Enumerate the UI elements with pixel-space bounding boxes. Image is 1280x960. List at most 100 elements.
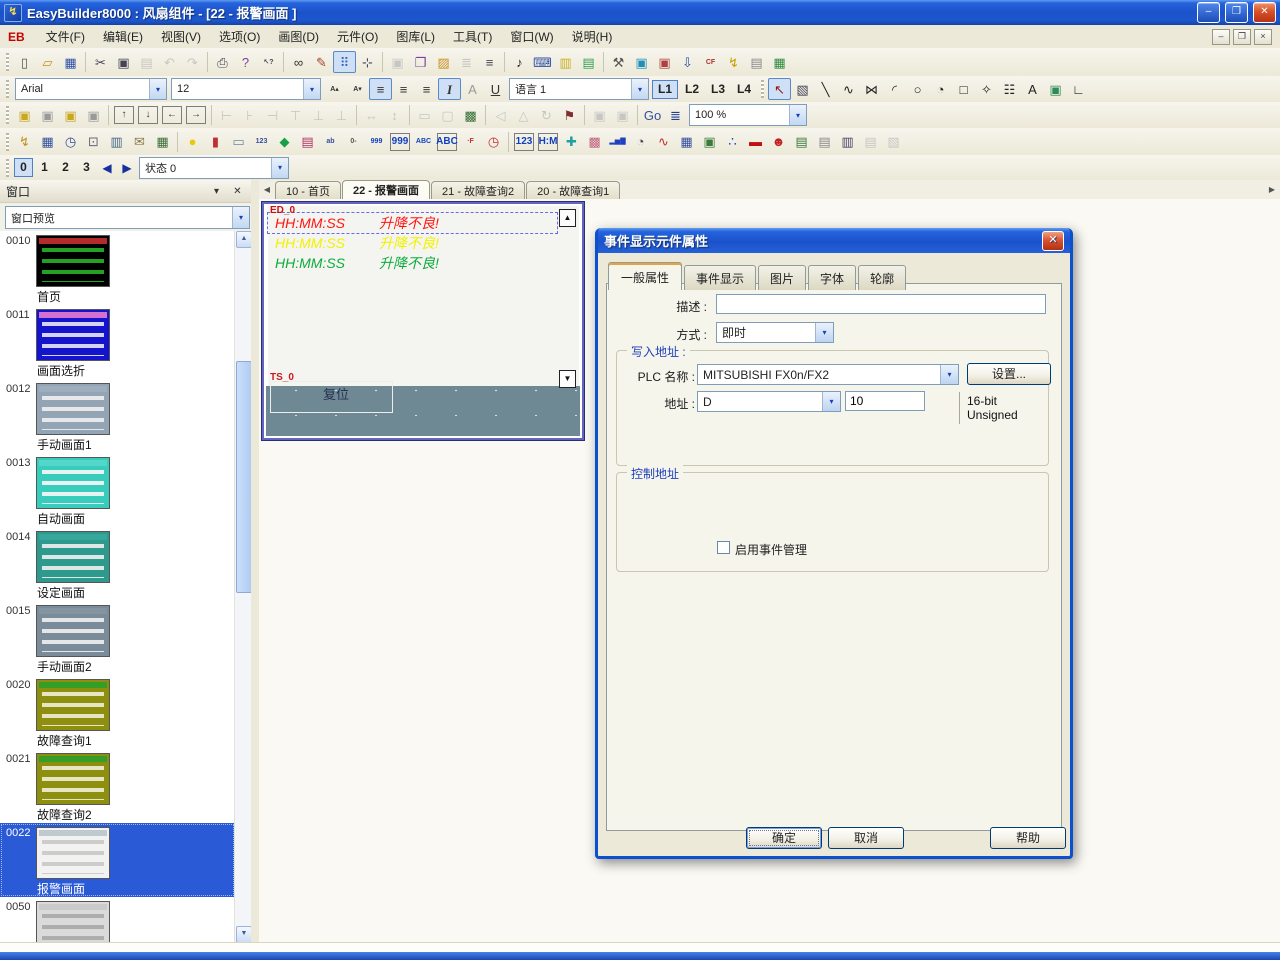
- cut-icon[interactable]: ✂: [89, 51, 112, 73]
- align-left-button[interactable]: ≡: [369, 78, 392, 100]
- polygon-tool[interactable]: ✧: [975, 78, 998, 100]
- same-size-icon[interactable]: ▭: [413, 104, 436, 126]
- resize-icon[interactable]: ▢: [436, 104, 459, 126]
- pie-tool[interactable]: ◔: [929, 78, 952, 100]
- language-combo[interactable]: 语言 1 ▾: [509, 78, 649, 100]
- window-item-0050[interactable]: 0050: [0, 897, 235, 943]
- previous-state-icon[interactable]: ◀: [97, 161, 117, 175]
- window-item-0011[interactable]: 0011 画面选折: [0, 305, 235, 379]
- select-tool[interactable]: ↖: [768, 78, 791, 100]
- chevron-down-icon[interactable]: ▾: [815, 323, 833, 342]
- data-block-icon[interactable]: ▧: [882, 131, 905, 153]
- operation-log-icon[interactable]: ▤: [859, 131, 882, 153]
- font-color-button[interactable]: A: [461, 78, 484, 100]
- line-tool[interactable]: ╲: [814, 78, 837, 100]
- bring-forward-icon[interactable]: ▣: [59, 104, 82, 126]
- menu-draw[interactable]: 画图(D): [269, 25, 328, 48]
- about-icon[interactable]: ?: [234, 51, 257, 73]
- plc-control-icon[interactable]: ▦: [36, 131, 59, 153]
- dialog-tab-picture[interactable]: 图片: [758, 265, 806, 290]
- 3[interactable]: 3: [77, 158, 96, 177]
- cf-card-icon[interactable]: CF: [699, 51, 722, 73]
- align-right-icon[interactable]: ⊣: [261, 104, 284, 126]
- alarm-bar-icon[interactable]: ▬: [744, 131, 767, 153]
- function-key-icon[interactable]: ↯: [13, 131, 36, 153]
- mdi-minimize-button[interactable]: –: [1212, 29, 1230, 45]
- mode-combo[interactable]: 即时 ▾: [716, 322, 834, 343]
- window-item-0022[interactable]: 0022 报警画面: [0, 823, 235, 897]
- menu-file[interactable]: 文件(F): [37, 25, 94, 48]
- screen-canvas[interactable]: ED_0 HH:MM:SS 升降不良! HH:MM:SS 升降不良! HH:MM…: [262, 202, 584, 440]
- window-item-0010[interactable]: 0010 首页: [0, 231, 235, 305]
- chevron-down-icon[interactable]: ▾: [822, 392, 840, 411]
- string-table-icon[interactable]: ▤: [577, 51, 600, 73]
- window-item-0020[interactable]: 0020 故障查询1: [0, 675, 235, 749]
- ungroup-icon[interactable]: ▣: [611, 104, 634, 126]
- numeric-input-icon[interactable]: 999: [390, 133, 410, 151]
- menu-window[interactable]: 窗口(W): [501, 25, 562, 48]
- dialog-tab-profile[interactable]: 轮廓: [858, 265, 906, 290]
- window-list-scrollbar[interactable]: ▲ ▼: [234, 231, 251, 943]
- trend-display-icon[interactable]: ∿: [652, 131, 675, 153]
- align-center-button[interactable]: ≡: [392, 78, 415, 100]
- chevron-down-icon[interactable]: ▾: [232, 207, 249, 228]
- address-type-combo[interactable]: D ▾: [697, 391, 841, 412]
- snap-icon[interactable]: ⊹: [356, 51, 379, 73]
- text-input-icon[interactable]: ab: [319, 131, 342, 153]
- bit-lamp-icon[interactable]: ●: [181, 131, 204, 153]
- scale-tool[interactable]: ☷: [998, 78, 1021, 100]
- mdi-close-button[interactable]: ×: [1254, 29, 1272, 45]
- font-shrink-button[interactable]: A▾: [346, 78, 369, 100]
- chevron-down-icon[interactable]: ▾: [303, 79, 320, 99]
- redo-icon[interactable]: ↷: [181, 51, 204, 73]
- dialog-tab-font[interactable]: 字体: [808, 265, 856, 290]
- undo-icon[interactable]: ↶: [158, 51, 181, 73]
- layer-stack-icon[interactable]: ≣: [664, 104, 687, 126]
- data-sampling-icon[interactable]: ▦: [151, 131, 174, 153]
- address-value-input[interactable]: [845, 391, 925, 411]
- scroll-up-icon[interactable]: ▲: [236, 231, 252, 248]
- event-row[interactable]: HH:MM:SS 升降不良!: [268, 233, 557, 253]
- dialog-tab-event-display[interactable]: 事件显示: [684, 265, 756, 290]
- simulate-offline-icon[interactable]: ▣: [653, 51, 676, 73]
- underline-button[interactable]: U: [484, 78, 507, 100]
- send-to-back-icon[interactable]: ▣: [36, 104, 59, 126]
- bezier-tool[interactable]: ∿: [837, 78, 860, 100]
- ok-button[interactable]: 确定: [746, 827, 822, 849]
- event-scroll-up-icon[interactable]: ▲: [559, 209, 576, 227]
- tab-20-fault-query1[interactable]: 20 - 故障查询1: [526, 181, 620, 199]
- build-tools-icon[interactable]: ⚒: [607, 51, 630, 73]
- data-table-icon[interactable]: ▦: [768, 51, 791, 73]
- multi-copy-icon[interactable]: ▩: [459, 104, 482, 126]
- scheduler-icon[interactable]: ◷: [59, 131, 82, 153]
- ascii-input-icon[interactable]: ABC: [437, 133, 457, 151]
- set-bit-icon[interactable]: ▭: [227, 131, 250, 153]
- scrollbar-thumb[interactable]: [236, 361, 252, 593]
- menu-edit[interactable]: 编辑(E): [94, 25, 152, 48]
- align-bottom-icon[interactable]: ⊥: [330, 104, 353, 126]
- mail-icon[interactable]: ✉: [128, 131, 151, 153]
- event-bar-icon[interactable]: ▤: [813, 131, 836, 153]
- state-combo[interactable]: 状态 0 ▾: [139, 157, 289, 179]
- alarm-display-icon[interactable]: ☻: [767, 131, 790, 153]
- animation-icon[interactable]: ▩: [583, 131, 606, 153]
- copy-icon[interactable]: ▣: [112, 51, 135, 73]
- event-scroll-down-icon[interactable]: ▼: [559, 370, 576, 388]
- menu-view[interactable]: 视图(V): [152, 25, 210, 48]
- chevron-down-icon[interactable]: ▾: [940, 365, 958, 384]
- rotate-icon[interactable]: ↻: [535, 104, 558, 126]
- window-item-0013[interactable]: 0013 自动画面: [0, 453, 235, 527]
- compile-icon[interactable]: ↯: [722, 51, 745, 73]
- nudge-down-icon[interactable]: ↓: [138, 106, 158, 124]
- L4[interactable]: L4: [732, 80, 756, 99]
- minimize-button[interactable]: –: [1197, 2, 1220, 23]
- nudge-right-icon[interactable]: →: [186, 106, 206, 124]
- menu-help[interactable]: 说明(H): [563, 25, 622, 48]
- system-parameter-icon[interactable]: ▨: [432, 51, 455, 73]
- chevron-down-icon[interactable]: ▾: [271, 158, 288, 178]
- restore-button[interactable]: ❐: [1225, 2, 1248, 23]
- panel-close-icon[interactable]: ✕: [230, 186, 245, 197]
- group-icon[interactable]: ▣: [588, 104, 611, 126]
- font-name-combo[interactable]: Arial ▾: [15, 78, 167, 100]
- recipe-view-icon[interactable]: ▥: [836, 131, 859, 153]
